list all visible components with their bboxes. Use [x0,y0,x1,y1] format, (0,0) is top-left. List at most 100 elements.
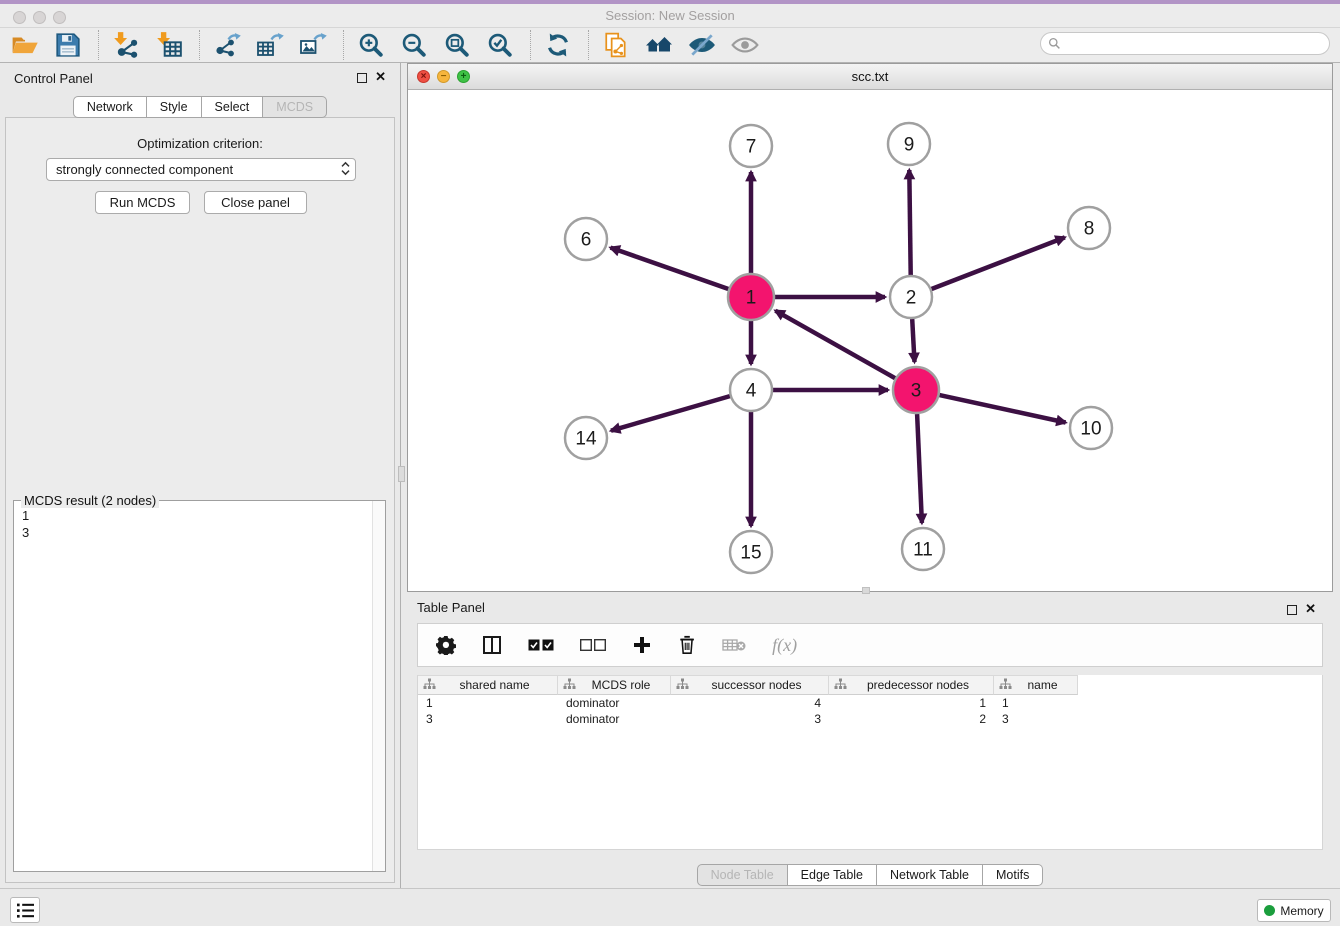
zoom-selected-icon[interactable] [485,30,515,60]
graph-edge-2-3 [912,319,914,362]
graph-node-label-10: 10 [1080,419,1101,440]
column-header-successor-nodes[interactable]: successor nodes [671,675,829,695]
float-panel-icon[interactable] [357,73,367,83]
table-row[interactable]: 1dominator411 [418,695,1322,711]
search-input[interactable] [1066,36,1329,52]
graph-edge-3-10 [940,395,1066,422]
graph-edge-2-8 [932,237,1065,289]
export-table-icon[interactable] [255,30,285,60]
list-icon [15,902,36,919]
column-tree-icon [563,678,576,693]
zoom-in-icon[interactable] [356,30,386,60]
search-icon [1048,37,1061,50]
select-all-rows-icon[interactable] [528,633,554,657]
toolbar-separator [530,30,531,60]
criterion-select[interactable]: strongly connected component [46,158,356,181]
node-table-header: shared nameMCDS rolesuccessor nodesprede… [418,675,1322,695]
graph-node-label-7: 7 [746,137,757,158]
column-tree-icon [676,678,689,693]
optimization-criterion-label: Optimization criterion: [6,136,394,151]
import-network-icon[interactable] [111,30,141,60]
tab-network[interactable]: Network [73,96,147,118]
clone-network-icon[interactable] [601,30,631,60]
column-header-MCDS-role[interactable]: MCDS role [558,675,671,695]
tab-mcds[interactable]: MCDS [263,96,327,118]
tab-node-table[interactable]: Node Table [697,864,788,886]
graph-node-label-1: 1 [746,288,757,309]
save-session-icon[interactable] [53,30,83,60]
graph-node-label-4: 4 [746,381,757,402]
control-panel-title: Control Panel [14,71,93,86]
column-tree-icon [834,678,847,693]
column-header-shared-name[interactable]: shared name [418,675,558,695]
refresh-icon[interactable] [543,30,573,60]
graph-edge-3-11 [917,414,922,523]
app-titlebar: Session: New Session [0,4,1340,28]
run-mcds-button[interactable]: Run MCDS [95,191,190,214]
tab-style[interactable]: Style [147,96,202,118]
memory-status-icon [1264,905,1275,916]
close-table-panel-icon[interactable]: ✕ [1305,601,1316,617]
result-scrollbar[interactable] [372,501,385,871]
select-stepper-icon [340,161,351,179]
function-builder-icon: f(x) [772,633,797,657]
deselect-all-rows-icon[interactable] [580,633,606,657]
zoom-out-icon[interactable] [399,30,429,60]
table-toolbar: f(x) [417,623,1323,667]
graph-node-label-9: 9 [904,135,915,156]
network-window-titlebar[interactable]: × − + scc.txt [408,64,1332,90]
show-graphics-icon[interactable] [730,30,760,60]
column-tree-icon [999,678,1012,693]
mcds-result-title: MCDS result (2 nodes) [21,493,159,508]
column-header-predecessor-nodes[interactable]: predecessor nodes [829,675,994,695]
control-panel-tabs: NetworkStyleSelectMCDS [0,96,400,118]
table-panel-title: Table Panel [417,600,485,615]
toolbar-separator [199,30,200,60]
table-settings-icon[interactable] [436,633,456,657]
graph-node-label-14: 14 [575,429,597,450]
node-table-body: 1dominator4113dominator323 [418,695,1322,727]
window-title: Session: New Session [0,8,1340,23]
network-title: scc.txt [408,69,1332,84]
graph-node-label-11: 11 [913,540,933,561]
add-icon[interactable] [632,633,652,657]
close-panel-icon[interactable]: ✕ [375,69,386,85]
task-history-button[interactable] [10,897,40,923]
table-row[interactable]: 3dominator323 [418,711,1322,727]
close-panel-button[interactable]: Close panel [204,191,307,214]
tab-network-table[interactable]: Network Table [877,864,983,886]
horizontal-splitter-handle[interactable] [862,587,870,594]
search-box[interactable] [1040,32,1330,55]
column-tree-icon [423,678,436,693]
toolbar-separator [343,30,344,60]
show-columns-icon[interactable] [482,633,502,657]
hide-graphics-icon[interactable] [687,30,717,60]
control-panel: Control Panel ✕ NetworkStyleSelectMCDS O… [0,63,401,888]
export-image-icon[interactable] [298,30,328,60]
memory-button[interactable]: Memory [1257,899,1331,922]
float-table-panel-icon[interactable] [1287,605,1297,615]
graph-node-label-3: 3 [911,381,922,402]
import-table-icon[interactable] [154,30,184,60]
vertical-splitter-handle[interactable] [398,466,405,482]
tab-edge-table[interactable]: Edge Table [788,864,877,886]
export-network-icon[interactable] [212,30,242,60]
graph-edge-4-14 [611,396,730,431]
tab-select[interactable]: Select [202,96,264,118]
delete-icon[interactable] [678,633,696,657]
mcds-panel: Optimization criterion: strongly connect… [5,117,395,883]
zoom-fit-icon[interactable] [442,30,472,60]
network-canvas[interactable]: 7968124314101511 [408,90,1332,591]
node-table[interactable]: shared nameMCDS rolesuccessor nodesprede… [417,675,1323,850]
main-toolbar-icons [10,30,773,60]
memory-label: Memory [1280,904,1323,918]
column-header-name[interactable]: name [994,675,1078,695]
criterion-value: strongly connected component [56,162,233,177]
status-bar: Memory [0,888,1340,926]
home-icon[interactable] [644,30,674,60]
open-session-icon[interactable] [10,30,40,60]
network-view-window: × − + scc.txt 7968124314101511 [407,63,1333,592]
tab-motifs[interactable]: Motifs [983,864,1043,886]
graph-edge-3-1 [775,311,895,379]
delete-column-icon [722,633,746,657]
